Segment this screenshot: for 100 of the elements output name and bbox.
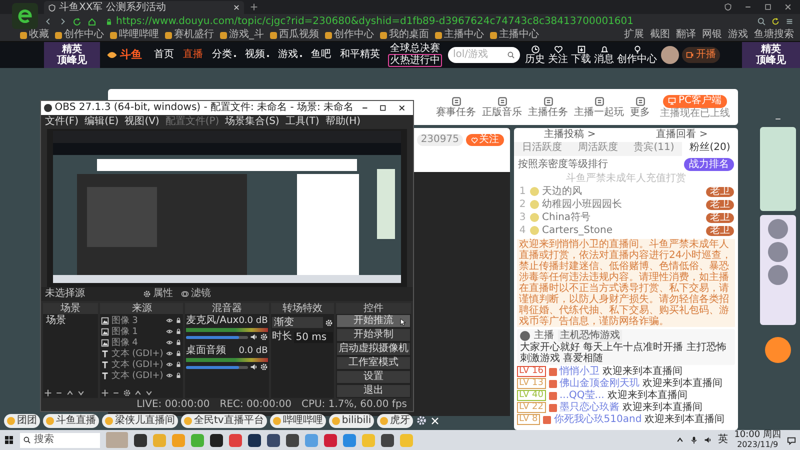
eye-icon[interactable]: [166, 317, 174, 324]
transition-select[interactable]: 渐变: [272, 317, 323, 328]
menu-icon[interactable]: [785, 17, 794, 26]
volume-slider-fill[interactable]: [186, 336, 239, 338]
close-icon[interactable]: [784, 3, 792, 11]
control-button[interactable]: 设置: [336, 371, 410, 383]
add-icon[interactable]: [44, 389, 52, 397]
taskbar-app-icon[interactable]: [134, 434, 147, 446]
search-icon[interactable]: [507, 51, 515, 59]
control-button[interactable]: 开始录制: [336, 329, 410, 341]
eye-icon[interactable]: [166, 339, 174, 346]
toolbar-button[interactable]: 属性: [143, 288, 173, 300]
nav-menu-item[interactable]: 关注: [548, 45, 568, 65]
caret-up-icon[interactable]: [676, 436, 684, 444]
quick-link[interactable]: 哔哩哔哩: [270, 414, 326, 428]
bookmark-link[interactable]: 主播中心: [490, 29, 539, 41]
nav-menu-item[interactable]: 下载: [571, 45, 591, 65]
bookmark-link[interactable]: 西瓜视频: [270, 29, 319, 41]
lock-icon[interactable]: [175, 361, 182, 368]
toolbar-tool[interactable]: 主播任务: [528, 96, 568, 118]
float-button[interactable]: [765, 337, 791, 363]
quick-link[interactable]: 团团: [4, 414, 40, 428]
browser-logo-icon[interactable]: [12, 3, 38, 29]
speaker-icon[interactable]: [250, 333, 258, 341]
control-button[interactable]: 开始推流: [336, 315, 410, 327]
microphone-icon[interactable]: [690, 436, 698, 444]
quick-link[interactable]: bilibili: [328, 414, 374, 428]
menu-item[interactable]: 工具(T): [285, 116, 320, 128]
taskbar-app-icon[interactable]: [381, 434, 394, 446]
toolbar-link[interactable]: 游戏: [728, 29, 748, 41]
bookmark-link[interactable]: 收藏: [20, 29, 49, 41]
move-down-icon[interactable]: [145, 389, 154, 397]
rank-button[interactable]: 战力排名: [684, 158, 734, 171]
menu-item[interactable]: 帮助(H): [325, 116, 361, 128]
input-method-indicator[interactable]: 英: [718, 434, 728, 446]
panel-link[interactable]: 直播回看 >: [656, 129, 708, 141]
toolbar-link[interactable]: 扩展: [624, 29, 644, 41]
toolbar-tool[interactable]: 主播一起玩: [574, 96, 624, 118]
bookmark-link[interactable]: 创作中心: [325, 29, 374, 41]
control-button[interactable]: 启动虚拟摄像机: [336, 343, 410, 355]
speaker-icon[interactable]: [704, 436, 712, 444]
nav-link[interactable]: 首页: [154, 49, 174, 61]
refresh-icon[interactable]: [771, 17, 780, 26]
eye-icon[interactable]: [166, 372, 174, 379]
nav-menu-item[interactable]: 消息: [594, 45, 614, 65]
toolbar-link[interactable]: 截图: [650, 29, 670, 41]
toolbar-tool[interactable]: 正版音乐: [482, 96, 522, 118]
ranking-widget[interactable]: [760, 215, 796, 325]
lock-icon[interactable]: [175, 317, 182, 324]
toolbar-link[interactable]: 网银: [702, 29, 722, 41]
quick-link[interactable]: 全民tv直播平台: [181, 414, 267, 428]
nav-menu-item[interactable]: 创作中心: [617, 45, 657, 65]
source-item[interactable]: 图像 1: [101, 326, 182, 337]
source-item[interactable]: 文本 (GDI+): [101, 359, 182, 370]
settings-icon[interactable]: [123, 389, 132, 397]
taskbar-app-icon[interactable]: [267, 434, 280, 446]
home-icon[interactable]: [87, 16, 97, 26]
eye-icon[interactable]: [166, 350, 174, 357]
search-icon[interactable]: [757, 17, 766, 26]
speaker-icon[interactable]: [250, 363, 258, 371]
menu-item[interactable]: 文件(F): [45, 116, 79, 128]
search-field[interactable]: 搜索: [20, 432, 100, 448]
toolbar-tool[interactable]: 赛事任务: [436, 96, 476, 118]
source-item[interactable]: 文本 (GDI+): [101, 348, 182, 359]
toolbar-link[interactable]: 鱼塘搜索: [754, 29, 794, 41]
avatar[interactable]: [661, 46, 679, 64]
notification-icon[interactable]: [787, 436, 796, 444]
scene-item[interactable]: 场景: [44, 315, 98, 327]
nav-menu-item[interactable]: 历史: [525, 45, 545, 65]
new-tab-icon[interactable]: [250, 3, 258, 11]
nav-link[interactable]: 视频: [245, 49, 265, 61]
bookmark-link[interactable]: 创作中心: [55, 29, 104, 41]
site-logo[interactable]: 斗鱼: [120, 49, 142, 61]
menu-item[interactable]: 视图(V): [124, 116, 160, 128]
source-item[interactable]: 图像 3: [101, 315, 182, 326]
menu-item[interactable]: 编辑(E): [84, 116, 119, 128]
browser-tab[interactable]: 斗鱼XX军 公测系列活动: [44, 1, 244, 14]
move-up-icon[interactable]: [66, 389, 74, 397]
menu-item[interactable]: 场景集合(S): [225, 116, 280, 128]
toolbar-button[interactable]: 滤镜: [181, 288, 211, 300]
source-item[interactable]: 文本 (GDI+): [101, 370, 182, 381]
quick-link[interactable]: 虎牙: [377, 414, 414, 428]
bookmark-link[interactable]: 主播中心: [435, 29, 484, 41]
toolbar-tool[interactable]: 更多: [630, 96, 650, 118]
maximize-icon[interactable]: [379, 104, 388, 112]
quick-link[interactable]: 斗鱼直播: [43, 414, 99, 428]
nav-link[interactable]: 分类: [212, 49, 232, 61]
move-down-icon[interactable]: [77, 389, 85, 397]
eye-icon[interactable]: [166, 328, 174, 335]
taskbar-app-icon[interactable]: [210, 434, 223, 446]
taskbar-app-icon[interactable]: [286, 434, 299, 446]
nav-link[interactable]: 直播: [183, 49, 203, 61]
control-button[interactable]: 退出: [336, 385, 410, 397]
panel-tab[interactable]: 粉丝(20): [682, 142, 738, 156]
quick-link[interactable]: 梁侠儿直播间: [102, 414, 178, 428]
lock-icon[interactable]: [175, 339, 182, 346]
fish-logo-icon[interactable]: [106, 49, 118, 61]
volume-slider-fill[interactable]: [186, 366, 239, 368]
nav-link[interactable]: 游戏: [278, 49, 298, 61]
add-icon[interactable]: [101, 389, 110, 397]
